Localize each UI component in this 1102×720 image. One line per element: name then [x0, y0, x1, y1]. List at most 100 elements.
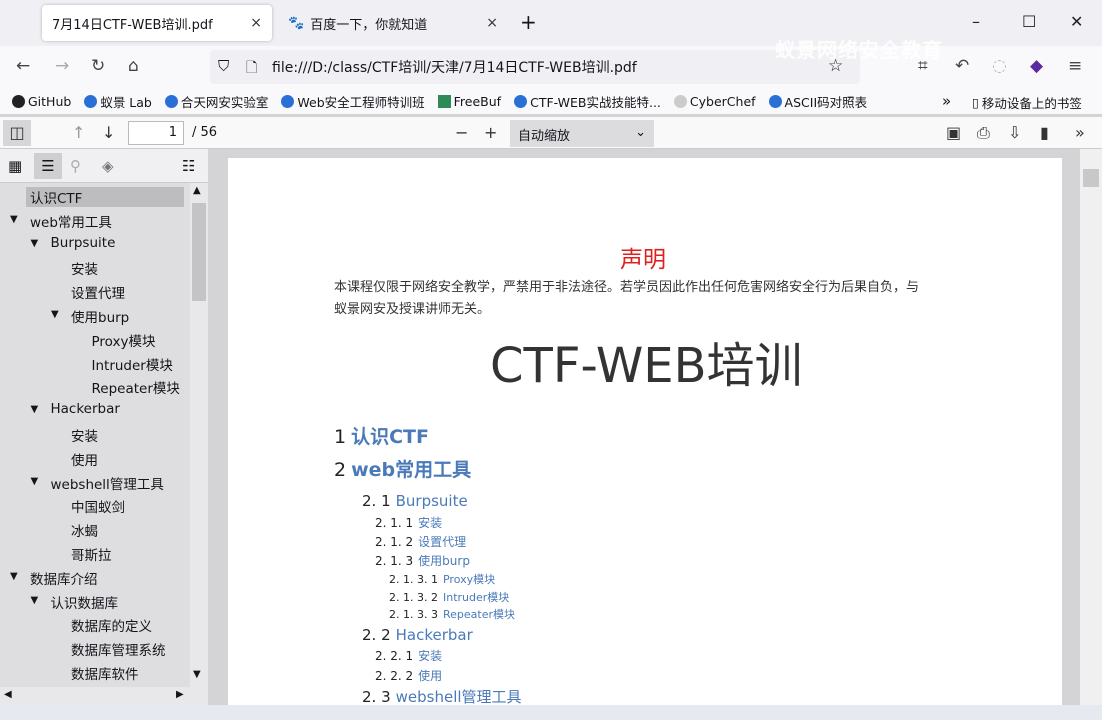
url-bar[interactable]: ⛉ 🗋 file:///D:/class/CTF培训/天津/7月14日CTF-W… — [210, 50, 860, 84]
bookmarks-overflow-button[interactable]: » — [942, 92, 951, 110]
toc-entry[interactable]: 2. 2 Hackerbar — [362, 626, 473, 644]
forward-icon[interactable]: → — [55, 56, 69, 76]
outline-item[interactable]: 认识CTF — [26, 187, 184, 207]
zoom-select[interactable]: 自动缩放 ⌄ — [510, 120, 654, 147]
outline-item[interactable]: 数据库的定义 — [71, 615, 152, 635]
page-number-input[interactable]: 1 — [128, 121, 184, 145]
thumbnails-icon[interactable]: ▦ — [8, 157, 22, 175]
print-icon[interactable]: ⎙ — [977, 123, 990, 143]
outline-item[interactable]: Burpsuite — [51, 235, 116, 251]
toc-link[interactable]: web常用工具 — [351, 459, 471, 481]
outline-item[interactable]: 冰蝎 — [71, 520, 98, 540]
undo-icon[interactable]: ↶ — [955, 56, 969, 76]
outline-item[interactable]: 认识数据库 — [51, 592, 119, 612]
next-page-icon[interactable]: ↓ — [102, 123, 115, 142]
twisty-expanded-icon[interactable]: ▼ — [31, 476, 39, 487]
bookmark-hetian[interactable]: 合天网安实验室 — [164, 92, 268, 111]
bookmark-ascii[interactable]: ASCII码对照表 — [768, 92, 867, 111]
outline-item[interactable]: Proxy模块 — [92, 330, 156, 350]
toc-link[interactable]: 安装 — [418, 649, 442, 663]
scroll-thumb[interactable] — [1083, 169, 1099, 187]
page-scrollbar[interactable] — [1080, 149, 1102, 705]
outline-item[interactable]: 安装 — [71, 425, 98, 445]
toc-link[interactable]: Burpsuite — [396, 492, 468, 510]
toc-entry[interactable]: 2. 1. 3. 3 Repeater模块 — [389, 606, 515, 622]
outline-item[interactable]: 数据库介绍 — [30, 568, 98, 588]
toc-link[interactable]: 认识CTF — [351, 426, 429, 448]
layers-icon[interactable]: ◈ — [102, 157, 114, 175]
mobile-bookmarks[interactable]: ▯ 移动设备上的书签 — [972, 93, 1082, 112]
toc-entry[interactable]: 2 web常用工具 — [334, 455, 471, 482]
back-icon[interactable]: ← — [16, 56, 30, 76]
minimize-button[interactable]: – — [972, 12, 980, 31]
scroll-up-icon[interactable]: ▲ — [193, 185, 201, 196]
toc-entry[interactable]: 2. 1 Burpsuite — [362, 492, 468, 510]
twisty-expanded-icon[interactable]: ▼ — [10, 214, 18, 225]
current-outline-item-icon[interactable]: ☷ — [182, 157, 195, 175]
save-icon[interactable]: ⇩ — [1008, 123, 1021, 142]
sidebar-toggle-icon[interactable]: ◫ — [3, 120, 31, 146]
toc-entry[interactable]: 2. 3 webshell管理工具 — [362, 686, 522, 707]
outline-scrollbar[interactable]: ▲ ▼ — [190, 183, 208, 687]
twisty-expanded-icon[interactable]: ▼ — [31, 595, 39, 606]
toc-link[interactable]: Repeater模块 — [443, 608, 515, 621]
toc-link[interactable]: 设置代理 — [418, 535, 466, 549]
outline-item[interactable]: 哥斯拉 — [71, 544, 112, 564]
toc-entry[interactable]: 2. 1. 3. 2 Intruder模块 — [389, 589, 509, 605]
bookmark-icon[interactable]: ▮ — [1040, 123, 1049, 142]
outline-item[interactable]: 中国蚁剑 — [71, 496, 125, 516]
toc-link[interactable]: 使用 — [418, 669, 442, 683]
toc-link[interactable]: Hackerbar — [396, 626, 473, 644]
outline-item[interactable]: webshell管理工具 — [51, 473, 164, 493]
toc-link[interactable]: 使用burp — [418, 554, 470, 568]
tab-baidu[interactable]: 🐾 百度一下，你就知道 × — [278, 5, 508, 41]
twisty-expanded-icon[interactable]: ▼ — [31, 404, 39, 415]
menu-icon[interactable]: ≡ — [1068, 56, 1082, 76]
close-tab-icon[interactable]: × — [486, 15, 498, 31]
bookmark-ctf-web[interactable]: CTF-WEB实战技能特... — [514, 92, 661, 111]
outline-icon[interactable]: ☰ — [34, 153, 62, 179]
outline-item[interactable]: 数据库软件 — [71, 663, 139, 683]
toc-entry[interactable]: 2. 1. 2 设置代理 — [375, 533, 466, 550]
toc-link[interactable]: 安装 — [418, 516, 442, 530]
twisty-expanded-icon[interactable]: ▼ — [51, 309, 59, 320]
zoom-out-icon[interactable]: − — [455, 123, 468, 142]
toc-entry[interactable]: 2. 1. 3. 1 Proxy模块 — [389, 571, 495, 587]
presentation-icon[interactable]: ▣ — [946, 123, 961, 142]
outline-item[interactable]: 数据库管理系统 — [71, 639, 166, 659]
outline-item[interactable]: Intruder模块 — [92, 354, 173, 374]
toc-entry[interactable]: 1 认识CTF — [334, 422, 429, 449]
scroll-thumb[interactable] — [192, 203, 206, 301]
scroll-down-icon[interactable]: ▼ — [193, 669, 201, 680]
shield-icon[interactable]: ⛉ — [218, 57, 229, 75]
toc-entry[interactable]: 2. 1. 3 使用burp — [375, 552, 470, 569]
tab-pdf[interactable]: 7月14日CTF-WEB培训.pdf × — [42, 5, 272, 41]
scroll-left-icon[interactable]: ◀ — [4, 689, 12, 700]
twisty-expanded-icon[interactable]: ▼ — [10, 571, 18, 582]
maximize-button[interactable]: ☐ — [1022, 12, 1036, 31]
outline-item[interactable]: Repeater模块 — [92, 377, 180, 397]
toc-link[interactable]: Intruder模块 — [443, 591, 509, 604]
toc-entry[interactable]: 2. 2. 2 使用 — [375, 667, 442, 684]
zoom-in-icon[interactable]: + — [484, 123, 497, 142]
url-text[interactable]: file:///D:/class/CTF培训/天津/7月14日CTF-WEB培训… — [272, 57, 637, 77]
outline-item[interactable]: 设置代理 — [71, 282, 125, 302]
bookmark-cyberchef[interactable]: CyberChef — [673, 94, 756, 109]
sync-icon[interactable]: ◌ — [992, 56, 1007, 76]
close-tab-icon[interactable]: × — [250, 15, 262, 31]
new-tab-button[interactable]: + — [520, 10, 537, 34]
outline-item[interactable]: 使用burp — [71, 306, 129, 326]
extension-icon[interactable]: ◆ — [1030, 56, 1043, 76]
outline-item[interactable]: 使用 — [71, 449, 98, 469]
outline-item[interactable]: 安装 — [71, 258, 98, 278]
toc-link[interactable]: webshell管理工具 — [396, 688, 522, 706]
bookmark-yijing-lab[interactable]: 蚁景 Lab — [84, 92, 152, 111]
outline-item[interactable]: Hackerbar — [51, 401, 120, 417]
previous-page-icon[interactable]: ↑ — [72, 123, 85, 142]
bookmark-web-training[interactable]: Web安全工程师特训班 — [281, 92, 425, 111]
bookmark-github[interactable]: GitHub — [12, 94, 71, 109]
tools-menu-icon[interactable]: » — [1075, 123, 1085, 142]
outline-hscrollbar[interactable]: ◀ ▶ — [0, 687, 208, 705]
toc-entry[interactable]: 2. 2. 1 安装 — [375, 647, 442, 664]
attachments-icon[interactable]: ⚲ — [70, 157, 81, 175]
